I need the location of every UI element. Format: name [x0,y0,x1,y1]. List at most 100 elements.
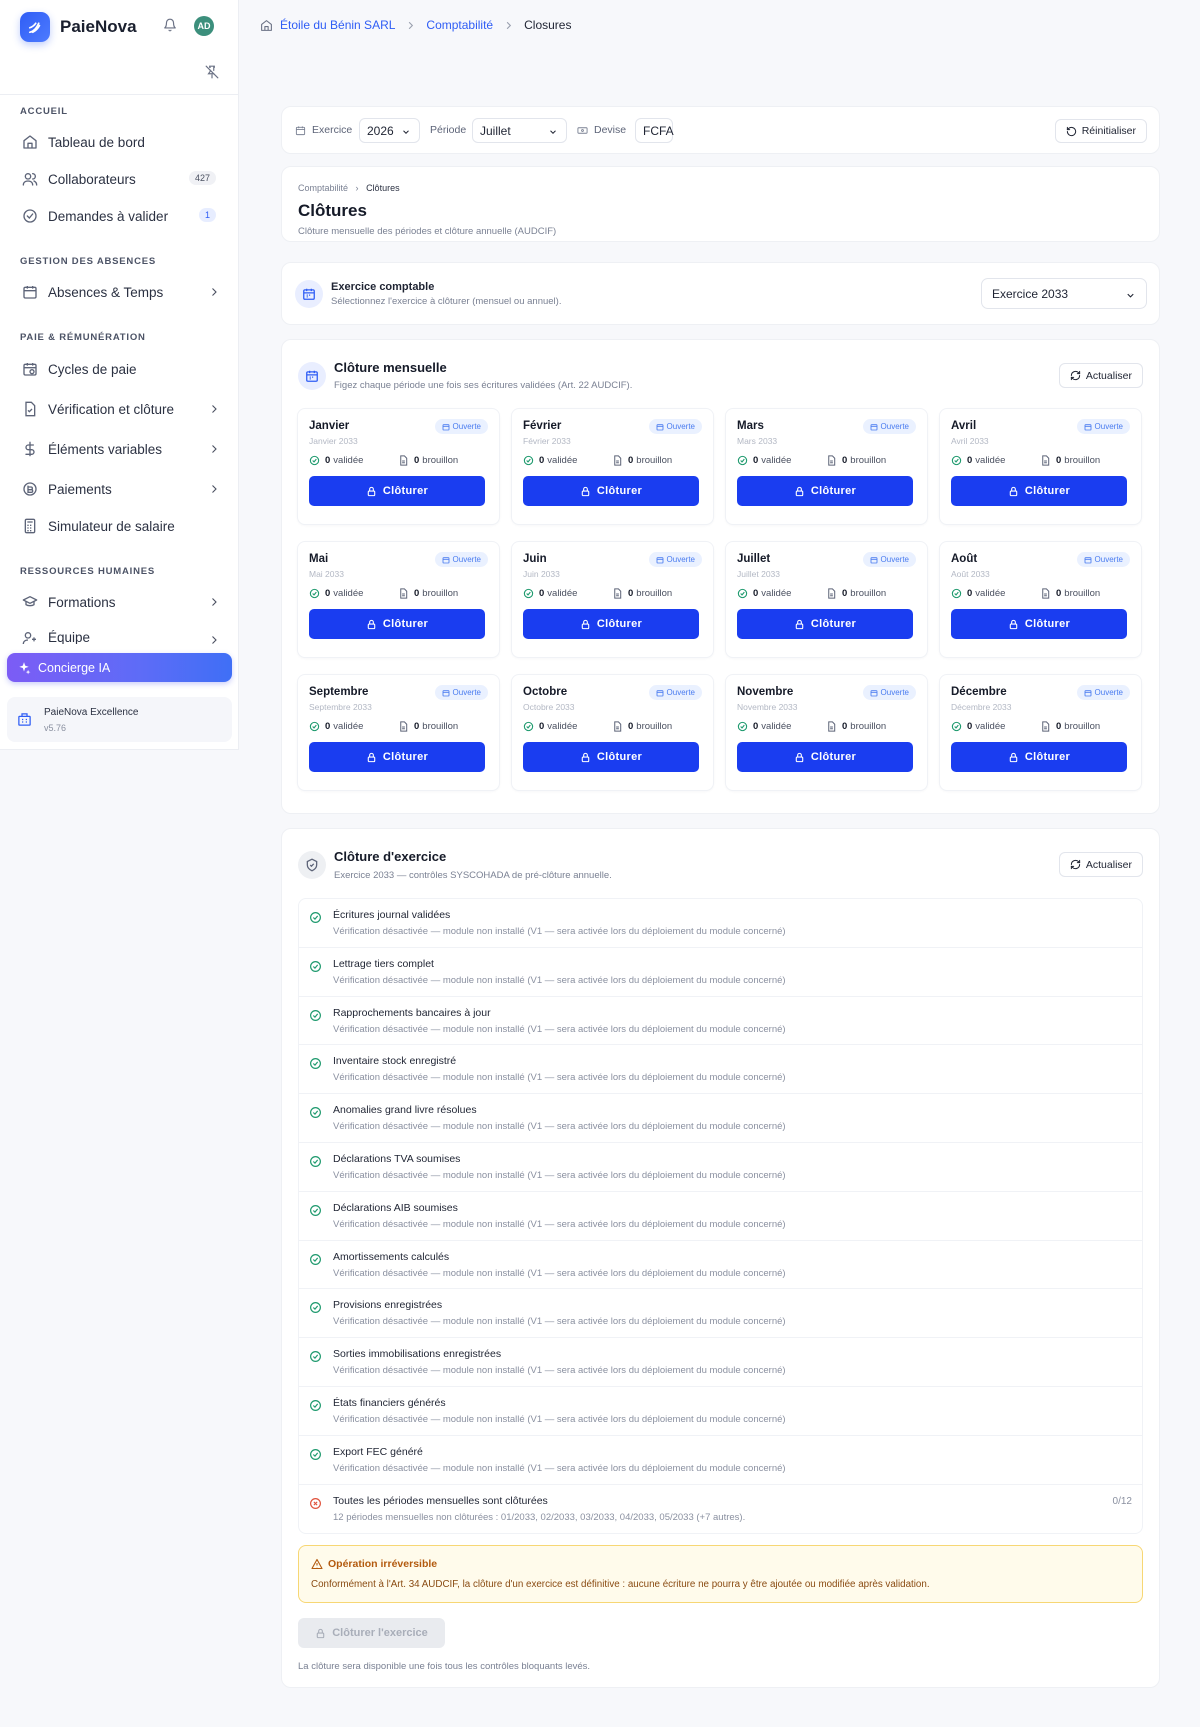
validated-count: 0 validée [737,721,791,732]
close-month-button[interactable]: Clôturer [737,609,913,639]
check-description: Vérification désactivée — module non ins… [333,1072,786,1084]
month-name: Juin [523,553,547,565]
check-row: Anomalies grand livre résolues Vérificati… [299,1094,1142,1143]
month-name: Février [523,420,562,432]
sidebar-item-demandes[interactable]: Demandes à valider 1 [22,204,222,228]
validated-count: 0 validée [523,721,577,732]
brand[interactable]: PaieNova [20,12,137,42]
page-breadcrumb: Comptabilité › Clôtures [298,183,400,193]
sidebar-item-simulateur[interactable]: Simulateur de salaire [22,514,222,538]
user-plus-icon [22,630,38,644]
lock-icon [580,619,597,630]
check-title: États financiers générés [333,1396,446,1409]
close-month-button[interactable]: Clôturer [523,609,699,639]
check-description: Vérification désactivée — module non ins… [333,1169,786,1181]
close-exercise-button[interactable]: Clôturer l'exercice [298,1618,445,1648]
sidebar-item-cycles[interactable]: Cycles de paie [22,357,222,381]
month-card: Juin Juin 2033 Ouverte 0 validée 0 brouillon Cl… [511,541,714,658]
check-circle-icon [309,1448,322,1461]
plan-card[interactable]: PaieNova Excellence v5.76 [7,697,232,742]
status-badge: Ouverte [1076,552,1130,567]
status-badge: Ouverte [648,419,702,434]
close-month-button[interactable]: Clôturer [951,476,1127,506]
filter-bar: Exercice 2026 Période Juillet Devise FCF… [281,106,1160,154]
chevron-down-icon [548,127,558,137]
check-row: Inventaire stock enregistré Vérification … [299,1045,1142,1095]
chevron-right-icon [208,634,220,644]
close-month-button[interactable]: Clôturer [523,742,699,772]
reset-button[interactable]: Réinitialiser [1054,119,1147,143]
sidebar-item-verification[interactable]: Vérification et clôture [22,397,222,421]
check-circle-icon [951,588,967,599]
concierge-ia-button[interactable]: Concierge IA [7,653,232,682]
sidebar-item-elements-variables[interactable]: Éléments variables [22,437,222,461]
annual-subtitle: Exercice 2033 — contrôles SYSCOHADA de p… [334,870,612,881]
check-circle-icon [309,455,325,466]
sidebar-item-collaborateurs[interactable]: Collaborateurs 427 [22,167,222,191]
sidebar-item-tableau-de-bord[interactable]: Tableau de bord [22,130,222,154]
chevron-right-icon [503,20,514,31]
close-month-button[interactable]: Clôturer [309,609,485,639]
calendar-icon [656,556,667,564]
bell-icon[interactable] [163,18,177,32]
calculator-icon [22,518,38,534]
close-month-button[interactable]: Clôturer [737,476,913,506]
avatar[interactable]: AD [194,16,214,36]
month-name: Avril [951,420,977,432]
close-month-button[interactable]: Clôturer [523,476,699,506]
home-icon[interactable] [260,19,273,32]
calendar-icon [1084,423,1095,431]
breadcrumb-parent[interactable]: Comptabilité [298,183,348,193]
page-header: Comptabilité › Clôtures Clôtures Clôture… [281,166,1160,242]
check-circle-icon [523,588,539,599]
periode-select[interactable]: Juillet [472,118,567,143]
sidebar-item-label: Tableau de bord [48,134,145,150]
check-description: Vérification désactivée — module non ins… [333,926,786,937]
close-month-button[interactable]: Clôturer [951,742,1127,772]
calendar-icon [656,689,667,697]
sidebar-item-equipe[interactable]: Équipe [22,630,222,644]
exercice-select[interactable]: 2026 [359,118,420,143]
close-month-button[interactable]: Clôturer [309,476,485,506]
month-name: Décembre [951,686,1007,698]
breadcrumb-company[interactable]: Étoile du Bénin SARL [280,18,395,32]
close-month-button[interactable]: Clôturer [309,742,485,772]
close-month-button[interactable]: Clôturer [737,742,913,772]
app-name: PaieNova [60,17,137,36]
check-circle-icon [737,721,753,732]
graduation-cap-icon [22,594,38,610]
month-name: Juillet [737,553,771,565]
annual-refresh-button[interactable]: Actualiser [1058,852,1143,877]
close-month-button[interactable]: Clôturer [951,609,1127,639]
lock-icon [794,486,811,497]
check-circle-icon [309,1057,322,1070]
check-circle-icon [309,1106,322,1119]
devise-select[interactable]: FCFA [635,118,674,143]
month-card: Mars Mars 2033 Ouverte 0 validée 0 brouillon Cl… [725,408,928,525]
sidebar-item-absences[interactable]: Absences & Temps [22,280,222,304]
check-row: Déclarations AIB soumises Vérification dé… [299,1192,1142,1241]
check-circle-icon [309,1301,322,1314]
validated-count: 0 validée [951,721,1005,732]
exercise-select[interactable]: Exercice 2033 [981,278,1147,309]
monthly-refresh-button[interactable]: Actualiser [1058,363,1143,388]
status-badge: Ouverte [862,552,916,567]
sidebar-item-paiements[interactable]: Paiements [22,477,222,501]
plan-version: v5.76 [44,722,67,733]
file-icon [826,588,842,599]
month-period: Avril 2033 [951,436,989,446]
file-icon [1040,721,1056,732]
file-icon [612,455,628,466]
file-icon [612,721,628,732]
pin-off-icon[interactable] [205,65,219,79]
monthly-subtitle: Figez chaque période une fois ses écritu… [334,380,633,391]
check-circle-icon [309,1253,322,1266]
sidebar-item-formations[interactable]: Formations [22,590,222,614]
section-title-rh: RESSOURCES HUMAINES [20,566,156,577]
breadcrumb-section[interactable]: Comptabilité [426,18,493,32]
sparkles-icon [17,661,38,675]
month-period: Juillet 2033 [737,569,781,579]
month-name: Septembre [309,686,369,698]
sidebar: PaieNova AD ACCUEIL Tableau de bord Coll… [0,0,239,750]
x-circle-icon [309,1497,322,1510]
